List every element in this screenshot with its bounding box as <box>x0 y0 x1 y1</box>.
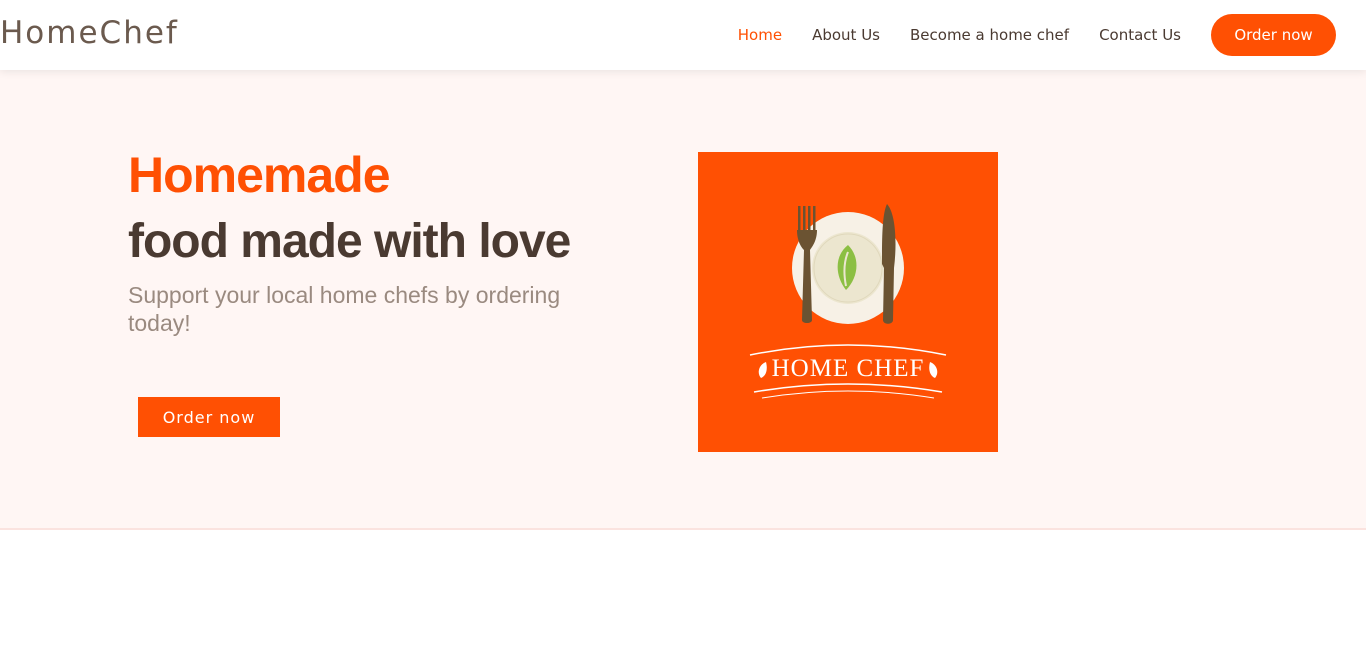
nav-link-contact-us[interactable]: Contact Us <box>1099 26 1181 44</box>
plate-cutlery-logo-icon: HOME CHEF <box>749 204 947 399</box>
navbar: HomeChef Home About Us Become a home che… <box>0 0 1366 70</box>
nav-link-home[interactable]: Home <box>738 26 782 44</box>
hero-section: Homemade food made with love Support you… <box>0 70 1366 530</box>
logo-text: HOME CHEF <box>772 355 925 382</box>
nav-order-now-button[interactable]: Order now <box>1211 14 1336 56</box>
home-chef-logo-image: HOME CHEF <box>698 152 998 452</box>
brand-logo[interactable]: HomeChef <box>0 14 179 52</box>
nav-links: Home About Us Become a home chef Contact… <box>708 0 1336 70</box>
hero-tagline: Support your local home chefs by orderin… <box>128 282 561 336</box>
nav-link-about-us[interactable]: About Us <box>812 26 880 44</box>
hero-subtitle: food made with love <box>128 215 571 268</box>
hero-order-now-button[interactable]: Order now <box>138 397 280 437</box>
hero-title: Homemade <box>128 147 391 203</box>
nav-link-become-home-chef[interactable]: Become a home chef <box>910 26 1069 44</box>
